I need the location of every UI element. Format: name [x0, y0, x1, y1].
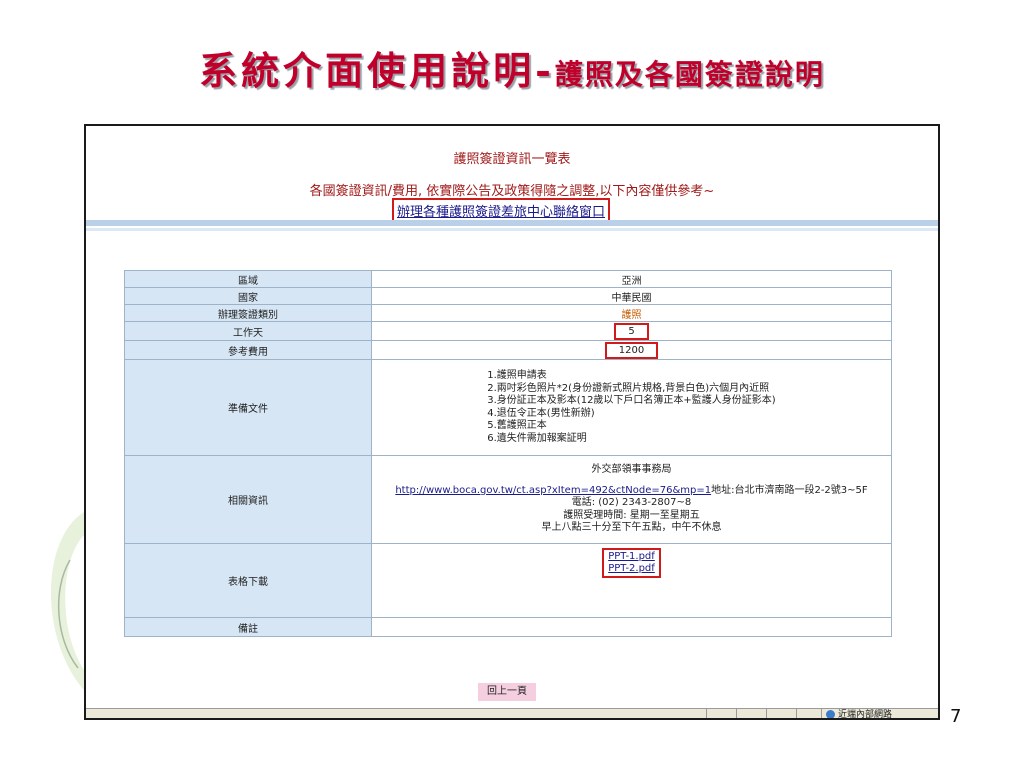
screenshot-frame: 護照簽證資訊一覽表 各國簽證資訊/費用, 依實際公告及政策得隨之調整,以下內容僅… [84, 124, 940, 720]
list-item: 4.退伍令正本(男性新辦) [487, 407, 595, 419]
region-label: 區域 [124, 270, 372, 288]
slide-title-main: 系統介面使用說明- [199, 48, 555, 93]
country-value: 中華民國 [371, 287, 892, 305]
related-phone: 電話: (02) 2343-2807~8 [571, 497, 692, 509]
table-row: 相關資訊 外交部領事事務局 http://www.boca.gov.tw/ct.… [124, 455, 892, 544]
slide-title: 系統介面使用說明-護照及各國簽證說明 [0, 40, 1024, 95]
table-row: 國家 中華民國 [124, 287, 892, 305]
table-row: 參考費用 1200 [124, 340, 892, 360]
list-item: 6.遺失件需加報案証明 [487, 432, 587, 444]
table-row: 準備文件 1.護照申請表 2.兩吋彩色照片*2(身份證新式照片規格,背景白色)六… [124, 359, 892, 456]
table-row: 辦理簽證類別 護照 [124, 304, 892, 322]
back-button[interactable]: 回上一頁 [478, 683, 536, 701]
table-row: 工作天 5 [124, 321, 892, 341]
header-band-light [86, 228, 938, 231]
page-number: 7 [950, 706, 962, 727]
table-row: 表格下載 PPT-1.pdf PPT-2.pdf [124, 543, 892, 618]
zone-label: 近端內部網路 [838, 710, 893, 720]
workdays-value: 5 [614, 322, 649, 340]
related-address: 地址:台北市濟南路一段2-2號3~5F [711, 484, 868, 496]
status-bar: 近端內部網路 [86, 708, 938, 720]
visa-info-table: 區域 亞洲 國家 中華民國 辦理簽證類別 護照 工作天 5 參考費用 1200 … [124, 270, 892, 637]
list-item: 5.舊護照正本 [487, 420, 547, 431]
region-value: 亞洲 [371, 270, 892, 288]
download-label: 表格下載 [124, 543, 372, 618]
related-hours-detail: 早上八點三十分至下午五點，中午不休息 [541, 522, 722, 534]
type-label: 辦理簽證類別 [124, 304, 372, 322]
download-files: PPT-1.pdf PPT-2.pdf [602, 548, 661, 578]
file-link-ppt2[interactable]: PPT-2.pdf [608, 563, 655, 574]
related-org: 外交部領事事務局 [591, 464, 672, 476]
globe-icon [826, 710, 835, 718]
workdays-label: 工作天 [124, 321, 372, 341]
country-label: 國家 [124, 287, 372, 305]
page-header: 護照簽證資訊一覽表 各國簽證資訊/費用, 依實際公告及政策得隨之調整,以下內容僅… [86, 126, 938, 223]
docs-label: 準備文件 [124, 359, 372, 456]
file-link-ppt1[interactable]: PPT-1.pdf [608, 551, 655, 562]
list-title: 護照簽證資訊一覽表 [453, 152, 571, 167]
remark-value [371, 617, 892, 637]
boca-link[interactable]: http://www.boca.gov.tw/ct.asp?xItem=492&… [395, 485, 711, 496]
header-band [86, 220, 938, 226]
table-row: 備註 [124, 617, 892, 637]
security-zone: 近端內部網路 [826, 709, 893, 720]
notice-text: 各國簽證資訊/費用, 依實際公告及政策得隨之調整,以下內容僅供參考~ [309, 184, 715, 199]
list-item: 2.兩吋彩色照片*2(身份證新式照片規格,背景白色)六個月內近照 [487, 382, 770, 394]
related-label: 相關資訊 [124, 455, 372, 544]
related-hours: 護照受理時間: 星期一至星期五 [563, 509, 700, 521]
docs-list: 1.護照申請表 2.兩吋彩色照片*2(身份證新式照片規格,背景白色)六個月內近照… [487, 370, 775, 445]
remark-label: 備註 [124, 617, 372, 637]
slide-title-sub: 護照及各國簽證說明 [554, 58, 825, 91]
fee-value: 1200 [604, 341, 659, 359]
list-item: 1.護照申請表 [487, 370, 547, 381]
fee-label: 參考費用 [124, 340, 372, 360]
table-row: 區域 亞洲 [124, 270, 892, 288]
type-value: 護照 [371, 304, 892, 322]
list-item: 3.身份証正本及影本(12歲以下戶口名簿正本+監護人身份証影本) [487, 395, 776, 406]
